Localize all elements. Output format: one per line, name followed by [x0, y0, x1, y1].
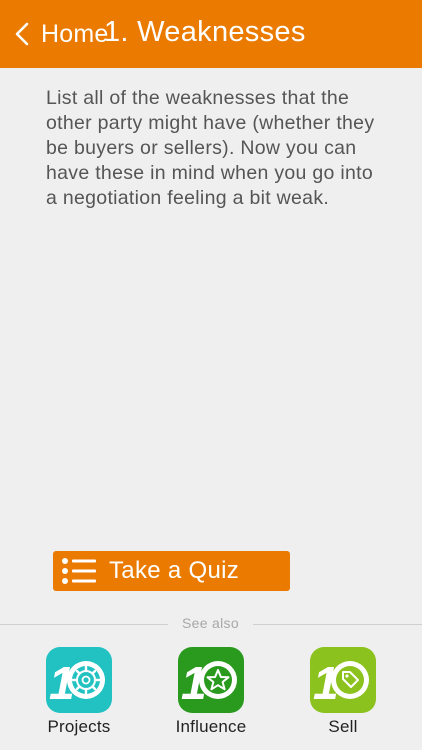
back-button[interactable]: Home	[12, 14, 109, 54]
app-label-sell: Sell	[328, 717, 358, 736]
sell-app-icon: 1	[310, 647, 376, 713]
take-quiz-label: Take a Quiz	[109, 557, 240, 584]
app-link-sell[interactable]: 1 Sell	[288, 647, 398, 737]
app-link-influence[interactable]: 1 Influence	[156, 647, 266, 737]
chevron-left-icon	[15, 22, 29, 46]
navigation-bar: Home 1. Weaknesses	[0, 0, 422, 68]
screen: Home 1. Weaknesses List all of the weakn…	[0, 0, 422, 750]
take-quiz-button[interactable]: Take a Quiz	[53, 551, 290, 591]
app-link-projects[interactable]: 1 Projects	[24, 647, 134, 737]
list-icon	[62, 558, 96, 584]
back-button-label: Home	[41, 19, 109, 48]
app-label-influence: Influence	[175, 717, 247, 736]
tip-description: List all of the weaknesses that the othe…	[46, 87, 375, 209]
tag-icon: 1	[313, 657, 369, 709]
app-label-projects: Projects	[47, 717, 111, 736]
divider	[253, 624, 422, 625]
projects-app-icon: 1	[46, 647, 112, 713]
influence-app-icon: 1	[178, 647, 244, 713]
gear-icon: 1	[49, 657, 105, 709]
divider	[0, 624, 168, 625]
star-icon: 1	[181, 657, 237, 709]
page-title: 1. Weaknesses	[104, 16, 306, 48]
see-also-label: See also	[182, 615, 239, 631]
